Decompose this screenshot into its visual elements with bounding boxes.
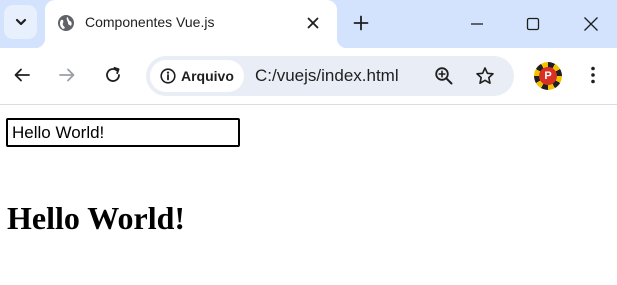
- page-heading: Hello World!: [7, 200, 186, 236]
- maximize-icon: [526, 17, 540, 31]
- reload-button[interactable]: [100, 62, 126, 88]
- reload-icon: [106, 66, 120, 82]
- zoom-in-icon: [435, 67, 453, 85]
- minimize-icon: [471, 23, 483, 25]
- site-info-chip[interactable]: Arquivo: [150, 60, 244, 92]
- site-info-label: Arquivo: [181, 68, 234, 84]
- text-input[interactable]: [6, 118, 240, 147]
- close-icon: [307, 17, 319, 29]
- minimize-button[interactable]: [463, 10, 491, 38]
- back-button[interactable]: [9, 62, 35, 88]
- bookmark-button[interactable]: [474, 65, 496, 87]
- arrow-right-icon: [59, 68, 75, 82]
- browser-tab[interactable]: Componentes Vue.js: [35, 0, 347, 48]
- globe-icon: [58, 15, 74, 31]
- zoom-button[interactable]: [433, 65, 455, 87]
- new-tab-button[interactable]: [350, 12, 372, 34]
- browser-toolbar: Arquivo C:/vuejs/index.html P: [0, 48, 617, 105]
- profile-avatar[interactable]: P: [534, 62, 562, 90]
- address-bar[interactable]: Arquivo C:/vuejs/index.html: [146, 56, 514, 96]
- star-icon: [476, 67, 494, 84]
- maximize-button[interactable]: [519, 10, 547, 38]
- browser-menu-button[interactable]: [580, 62, 606, 88]
- kebab-menu-icon: [591, 66, 595, 84]
- tab-close-button[interactable]: [303, 13, 323, 33]
- profile-initial: P: [539, 67, 557, 85]
- close-icon: [584, 17, 598, 31]
- chevron-down-icon: [15, 18, 26, 26]
- forward-button[interactable]: [54, 62, 80, 88]
- plus-icon: [353, 15, 369, 31]
- tab-title: Componentes Vue.js: [85, 14, 215, 30]
- tab-search-button[interactable]: [4, 5, 37, 39]
- page-content: Hello World!: [0, 106, 617, 285]
- info-icon: [160, 68, 176, 84]
- url-text[interactable]: C:/vuejs/index.html: [255, 66, 399, 86]
- arrow-left-icon: [14, 68, 30, 82]
- window-close-button[interactable]: [577, 10, 605, 38]
- tab-strip: Componentes Vue.js: [0, 0, 617, 48]
